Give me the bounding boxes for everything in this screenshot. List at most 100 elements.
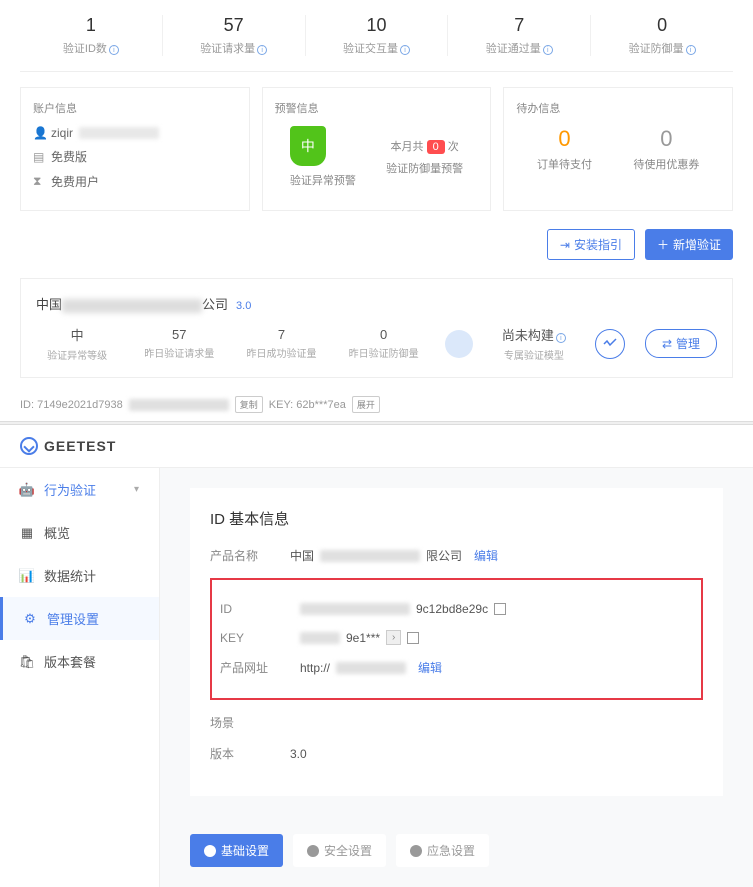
info-icon[interactable]: i	[400, 45, 410, 55]
model-status: 尚未构建i	[493, 325, 575, 344]
field-label: KEY	[220, 631, 300, 645]
sidebar: 🤖 行为验证 ▾ ▦概览 📊数据统计 ⚙ 管理设置 🛍 版本套餐	[0, 468, 160, 887]
stat-label: 验证请求量i	[163, 40, 305, 56]
field-label: ID	[220, 602, 300, 616]
settings-tabs: 基础设置 安全设置 应急设置	[190, 816, 723, 867]
info-icon[interactable]: i	[556, 333, 566, 343]
user-icon: 👤	[33, 126, 45, 140]
stat-box: 7 验证通过量i	[448, 15, 591, 56]
tab-app[interactable]: 应急设置	[396, 834, 489, 867]
field-scene: 场景	[210, 714, 703, 731]
chart-icon[interactable]	[595, 329, 625, 359]
field-label: 产品网址	[220, 659, 300, 676]
cstat-label: 昨日验证防御量	[343, 345, 425, 360]
manage-button[interactable]: ⇄管理	[645, 329, 717, 358]
add-verification-button[interactable]: ＋新增验证	[645, 229, 733, 260]
cstat-label: 昨日成功验证量	[240, 345, 322, 360]
warning-sub2: 验证防御量预警	[386, 160, 463, 176]
tab-basic[interactable]: 基础设置	[190, 834, 283, 867]
stat-box: 1 验证ID数i	[20, 15, 163, 56]
account-plan: ▤免费版	[33, 148, 237, 165]
copy-button[interactable]: 复制	[235, 396, 263, 413]
basic-info-card: ID 基本信息 产品名称 中国限公司编辑 ID 9c12bd8e29c KEY …	[190, 488, 723, 796]
sidebar-item-stats[interactable]: 📊数据统计	[0, 554, 159, 597]
field-url: 产品网址 http://编辑	[220, 659, 693, 676]
info-icon[interactable]: i	[257, 45, 267, 55]
cstat-value: 中	[36, 325, 118, 344]
card-icon: ▤	[33, 150, 45, 164]
stat-box: 0 验证防御量i	[591, 15, 733, 56]
model-label: 专属验证模型	[493, 347, 575, 362]
cstat-value: 7	[240, 327, 322, 342]
company-title: 中国公司3.0	[36, 294, 717, 313]
panel-title: 账户信息	[33, 100, 237, 116]
panel-title: 预警信息	[275, 100, 479, 116]
info-icon[interactable]: i	[109, 45, 119, 55]
stat-label: 验证通过量i	[448, 40, 590, 56]
field-value: 3.0	[290, 747, 307, 761]
field-key: KEY 9e1***›	[220, 630, 693, 645]
geetest-logo-icon	[20, 437, 38, 455]
cstat-label: 验证异常等级	[36, 347, 118, 362]
brand-header: GEETEST	[0, 425, 753, 468]
stat-label: 验证交互量i	[306, 40, 448, 56]
install-guide-button[interactable]: ⇥安装指引	[547, 229, 635, 260]
stat-label: 验证ID数i	[20, 40, 162, 56]
pending-orders-count: 0	[537, 126, 592, 152]
settings-icon: ⇄	[662, 337, 672, 351]
warning-panel: 预警信息 中 验证异常预警 本月共 0 次 验证防御量预警	[262, 87, 492, 211]
version-tag: 3.0	[236, 300, 251, 312]
stat-value: 57	[163, 15, 305, 36]
field-label: 版本	[210, 745, 290, 762]
info-icon[interactable]: i	[686, 45, 696, 55]
stat-value: 7	[448, 15, 590, 36]
brand-text: GEETEST	[44, 438, 116, 454]
warning-sub1: 验证异常预警	[290, 172, 356, 188]
id-text: ID: 7149e2021d7938	[20, 399, 123, 411]
check-icon	[204, 845, 216, 857]
login-icon: ⇥	[560, 238, 570, 252]
warning-month: 本月共 0 次	[386, 138, 463, 154]
sidebar-label: 管理设置	[47, 609, 99, 628]
tab-security[interactable]: 安全设置	[293, 834, 386, 867]
count-badge: 0	[427, 140, 445, 154]
stat-box: 10 验证交互量i	[306, 15, 449, 56]
stat-value: 10	[306, 15, 448, 36]
sidebar-item-plan[interactable]: 🛍 版本套餐	[0, 640, 159, 683]
sidebar-label: 版本套餐	[44, 652, 96, 671]
highlighted-fields: ID 9c12bd8e29c KEY 9e1***› 产品网址 http://编…	[210, 578, 703, 700]
hourglass-icon: ⧗	[33, 174, 45, 189]
todo-panel: 待办信息 0订单待支付 0待使用优惠券	[503, 87, 733, 211]
sidebar-main-nav[interactable]: 🤖 行为验证 ▾	[0, 468, 159, 511]
company-card: 中国公司3.0 中验证异常等级 57昨日验证请求量 7昨日成功验证量 0昨日验证…	[20, 278, 733, 378]
pending-orders-label: 订单待支付	[537, 156, 592, 172]
stat-box: 57 验证请求量i	[163, 15, 306, 56]
stat-value: 1	[20, 15, 162, 36]
check-icon	[307, 845, 319, 857]
coupons-count: 0	[633, 126, 699, 152]
info-icon[interactable]: i	[543, 45, 553, 55]
bag-icon: 🛍	[20, 655, 34, 669]
edit-link[interactable]: 编辑	[474, 547, 498, 564]
copy-icon[interactable]	[407, 632, 419, 644]
stat-label: 验证防御量i	[591, 40, 733, 56]
account-panel: 账户信息 👤ziqir ▤免费版 ⧗免费用户	[20, 87, 250, 211]
card-title: ID 基本信息	[210, 508, 703, 529]
expand-button[interactable]: 展开	[352, 396, 380, 413]
cstat-label: 昨日验证请求量	[138, 345, 220, 360]
chevron-down-icon: ▾	[134, 484, 139, 495]
id-key-row: ID: 7149e2021d7938 复制 KEY: 62b***7ea 展开	[20, 388, 733, 421]
overview-icon: ▦	[20, 526, 34, 540]
stats-row: 1 验证ID数i 57 验证请求量i 10 验证交互量i 7 验证通过量i 0 验证防御量…	[20, 0, 733, 72]
copy-icon[interactable]	[494, 603, 506, 615]
edit-link[interactable]: 编辑	[418, 659, 442, 676]
field-version: 版本 3.0	[210, 745, 703, 762]
gear-icon: ⚙	[23, 612, 37, 626]
account-type: ⧗免费用户	[33, 173, 237, 190]
stat-value: 0	[591, 15, 733, 36]
expand-key-button[interactable]: ›	[386, 630, 401, 645]
account-user: 👤ziqir	[33, 126, 237, 140]
coupons-label: 待使用优惠券	[633, 156, 699, 172]
sidebar-item-overview[interactable]: ▦概览	[0, 511, 159, 554]
sidebar-item-settings[interactable]: ⚙ 管理设置	[0, 597, 159, 640]
